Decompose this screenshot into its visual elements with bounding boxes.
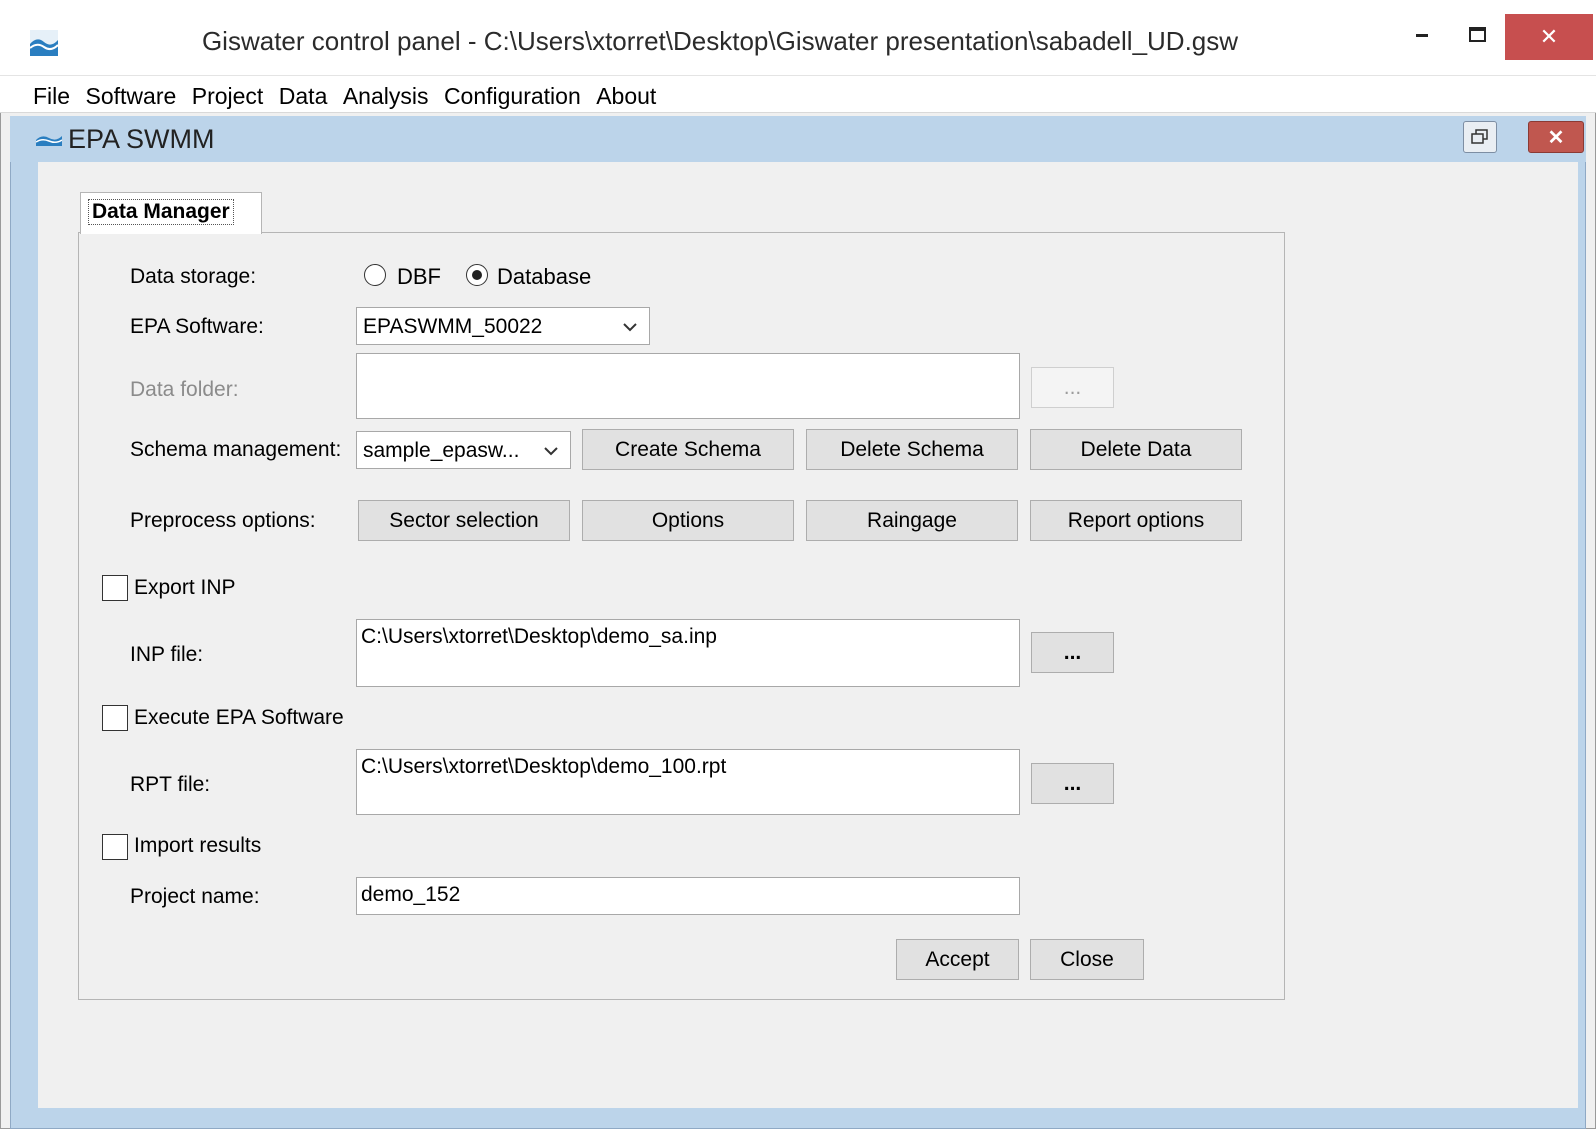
epa-swmm-title: EPA SWMM <box>68 124 215 154</box>
chevron-down-icon <box>623 323 637 332</box>
giswater-small-icon <box>36 136 62 146</box>
menu-analysis[interactable]: Analysis <box>343 79 429 110</box>
menu-project[interactable]: Project <box>192 79 264 110</box>
delete-schema-button[interactable]: Delete Schema <box>806 429 1018 470</box>
radio-database[interactable] <box>466 264 488 286</box>
radio-dbf[interactable] <box>364 264 386 286</box>
data-folder-browse-button[interactable]: ... <box>1031 367 1114 408</box>
close-icon: ✕ <box>1539 24 1559 49</box>
sector-selection-button[interactable]: Sector selection <box>358 500 570 541</box>
menu-about[interactable]: About <box>596 79 656 110</box>
inp-file-browse-button[interactable]: ... <box>1031 632 1114 673</box>
rpt-file-label: RPT file: <box>130 773 211 796</box>
execute-epa-checkbox[interactable] <box>102 705 128 731</box>
inp-file-label: INP file: <box>130 643 204 666</box>
data-folder-input[interactable] <box>356 353 1020 419</box>
maximize-icon <box>1469 27 1486 42</box>
epa-software-label: EPA Software: <box>130 315 264 338</box>
menu-file[interactable]: File <box>33 79 70 110</box>
menu-configuration[interactable]: Configuration <box>444 79 581 110</box>
window-title: Giswater control panel - C:\Users\xtorre… <box>201 26 1239 56</box>
tab-data-manager-label: Data Manager <box>88 199 234 225</box>
close-icon: ✕ <box>1547 126 1565 149</box>
accept-button[interactable]: Accept <box>896 939 1019 980</box>
rpt-file-input[interactable]: C:\Users\xtorret\Desktop\demo_100.rpt <box>356 749 1020 815</box>
data-folder-label: Data folder: <box>130 378 239 401</box>
menu-software[interactable]: Software <box>86 79 177 110</box>
import-results-checkbox[interactable] <box>102 834 128 860</box>
menu-data[interactable]: Data <box>279 79 328 110</box>
import-results-label[interactable]: Import results <box>134 834 261 858</box>
export-inp-checkbox[interactable] <box>102 575 128 601</box>
schema-select[interactable]: sample_epasw... <box>356 431 571 469</box>
minimize-icon <box>1416 34 1428 37</box>
epa-swmm-title-bar[interactable] <box>10 116 1586 162</box>
create-schema-button[interactable]: Create Schema <box>582 429 794 470</box>
report-options-button[interactable]: Report options <box>1030 500 1242 541</box>
close-button[interactable]: Close <box>1030 939 1144 980</box>
preprocess-options-label: Preprocess options: <box>130 509 316 532</box>
close-window-button[interactable]: ✕ <box>1505 14 1593 60</box>
schema-management-label: Schema management: <box>130 438 342 461</box>
rpt-file-browse-button[interactable]: ... <box>1031 763 1114 804</box>
minimize-button[interactable] <box>1400 14 1446 56</box>
epa-software-select[interactable]: EPASWMM_50022 <box>356 307 650 345</box>
restore-button[interactable] <box>1463 121 1497 153</box>
delete-data-button[interactable]: Delete Data <box>1030 429 1242 470</box>
close-epa-swmm-button[interactable]: ✕ <box>1528 121 1584 153</box>
raingage-button[interactable]: Raingage <box>806 500 1018 541</box>
restore-icon <box>1471 129 1488 144</box>
radio-database-label[interactable]: Database <box>497 264 591 290</box>
project-name-input[interactable]: demo_152 <box>356 877 1020 915</box>
export-inp-label[interactable]: Export INP <box>134 576 236 600</box>
inp-file-input[interactable]: C:\Users\xtorret\Desktop\demo_sa.inp <box>356 619 1020 687</box>
epa-software-value: EPASWMM_50022 <box>363 315 543 338</box>
radio-dbf-label[interactable]: DBF <box>397 264 441 290</box>
options-button[interactable]: Options <box>582 500 794 541</box>
data-storage-label: Data storage: <box>130 265 257 288</box>
project-name-label: Project name: <box>130 885 260 908</box>
execute-epa-label[interactable]: Execute EPA Software <box>134 706 344 730</box>
chevron-down-icon <box>544 447 558 456</box>
maximize-button[interactable] <box>1455 14 1501 56</box>
menu-row: File Software Project Data Analysis Conf… <box>33 79 667 110</box>
schema-value: sample_epasw... <box>363 439 520 462</box>
